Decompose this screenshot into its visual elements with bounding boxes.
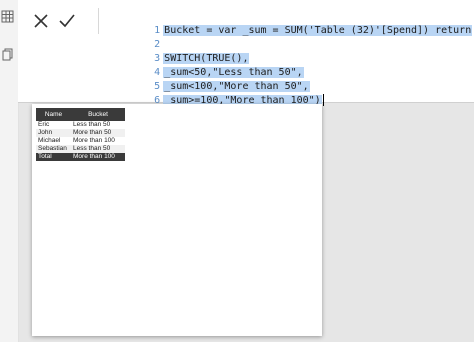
table-total-row: Total More than 100 bbox=[36, 153, 125, 161]
table-row[interactable]: Sebastian Less than 50 bbox=[36, 145, 125, 153]
commit-icon[interactable] bbox=[56, 10, 78, 32]
code-line: 6 _sum>=100,"More than 100") bbox=[100, 80, 468, 106]
cell-name: Michael bbox=[38, 137, 61, 144]
cell-bucket: More than 50 bbox=[71, 129, 125, 137]
code-line: 4 _sum<50,"Less than 50", bbox=[100, 52, 468, 78]
cell-name: John bbox=[36, 129, 71, 137]
powerbi-workspace: 1 Bucket = var _sum = SUM('Table (32)'[Sp… bbox=[0, 0, 474, 342]
report-canvas[interactable]: Name Bucket Eric Less than 50 John More … bbox=[32, 104, 322, 336]
dax-editor[interactable]: 1 Bucket = var _sum = SUM('Table (32)'[Sp… bbox=[100, 10, 473, 106]
code-line: 2 bbox=[100, 24, 468, 50]
table-grid-icon[interactable] bbox=[1, 10, 15, 24]
total-bucket: More than 100 bbox=[71, 153, 125, 161]
table-row[interactable]: Eric Less than 50 bbox=[36, 121, 125, 129]
total-label: Total bbox=[36, 153, 71, 161]
formula-actions bbox=[26, 8, 99, 34]
table-header-row: Name Bucket bbox=[36, 108, 125, 121]
formula-bar: 1 Bucket = var _sum = SUM('Table (32)'[Sp… bbox=[18, 0, 474, 106]
cell-name: Eric bbox=[38, 121, 50, 128]
cancel-icon[interactable] bbox=[30, 10, 52, 32]
cell-name: Sebastian bbox=[36, 145, 71, 153]
column-header-name[interactable]: Name bbox=[36, 108, 71, 121]
table-row[interactable]: John More than 50 bbox=[36, 129, 125, 137]
cell-bucket: More than 100 bbox=[73, 137, 115, 144]
cell-bucket: Less than 50 bbox=[71, 145, 125, 153]
text-caret bbox=[322, 94, 324, 106]
left-rail bbox=[0, 0, 19, 342]
code-line: 5 _sum<100,"More than 50", bbox=[100, 66, 468, 92]
column-header-bucket[interactable]: Bucket bbox=[71, 108, 125, 121]
cell-bucket: Less than 50 bbox=[73, 121, 111, 128]
code-line: 1 Bucket = var _sum = SUM('Table (32)'[Sp… bbox=[100, 10, 473, 36]
table-visual[interactable]: Name Bucket Eric Less than 50 John More … bbox=[36, 108, 125, 161]
code-line: 3 SWITCH(TRUE(), bbox=[100, 38, 468, 64]
copy-icon[interactable] bbox=[1, 48, 15, 62]
table-row[interactable]: Michael More than 100 bbox=[36, 137, 125, 145]
